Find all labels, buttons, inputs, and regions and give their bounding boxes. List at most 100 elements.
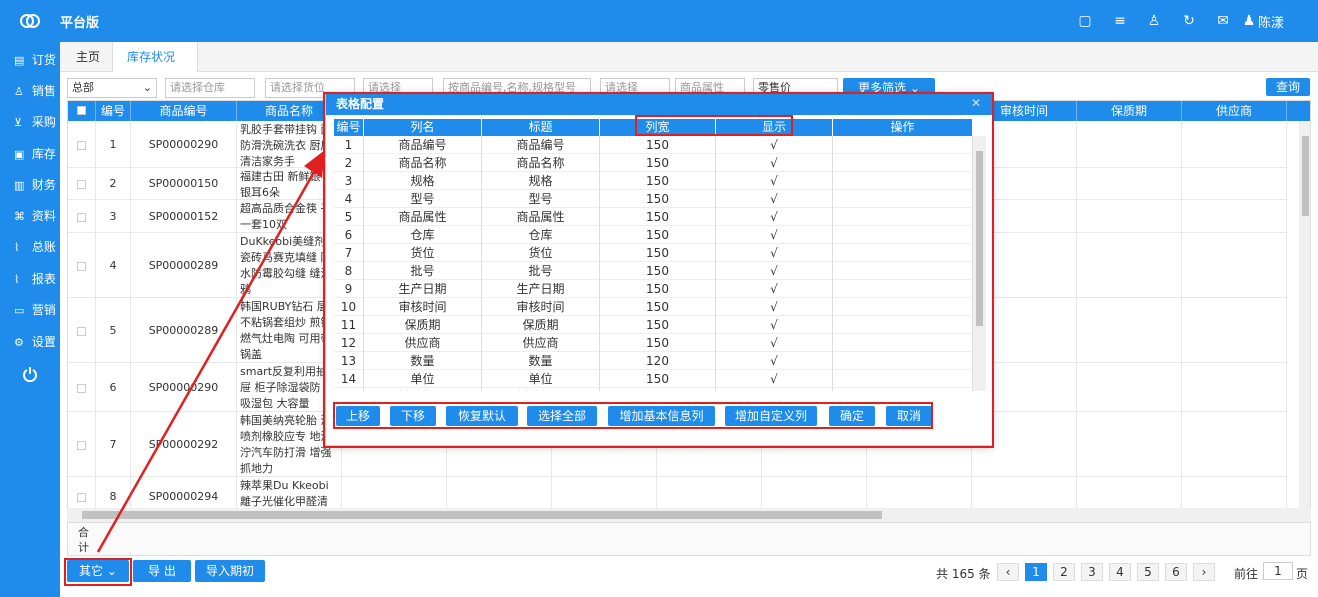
- row-select-cell: [68, 233, 96, 298]
- grid-cell: [1182, 168, 1287, 200]
- row-no: 6: [96, 363, 131, 412]
- bottom-bar: 其它 ⌄ 导 出 导入期初 共 165 条 ‹ 1 2 3 4 5 6 › 前往…: [60, 556, 1318, 597]
- grid-cell: [1182, 363, 1287, 412]
- page-1[interactable]: 1: [1025, 563, 1047, 581]
- sidebar-item-data[interactable]: ⌘ 资料: [0, 202, 60, 230]
- tab-home[interactable]: 主页: [62, 42, 114, 72]
- sidebar: ▤ 订货 ♙ 销售 ⊻ 采购 ▣ 库存 ▥ 财务 ⌘ 资料 ⌇ 总账 ⌇ 报表 …: [0, 42, 60, 597]
- page-input[interactable]: 1: [1263, 562, 1293, 580]
- app-name: 平台版: [60, 16, 100, 31]
- grid-header-shelf-life: 保质期: [1077, 101, 1182, 121]
- grid-header-spacer: [1287, 101, 1310, 121]
- goto-label: 前往: [1234, 567, 1259, 581]
- row-select-cell: [68, 168, 96, 200]
- menu-icon[interactable]: ≡: [1111, 12, 1129, 30]
- row-select-cell: [68, 363, 96, 412]
- columns-highlight: [635, 115, 793, 136]
- row-code: SP00000289: [131, 233, 237, 298]
- shirt-icon[interactable]: ♙: [1145, 12, 1163, 30]
- select-all-checkbox[interactable]: [77, 106, 86, 115]
- row-checkbox[interactable]: [77, 440, 86, 450]
- collapse-icon[interactable]: ▢: [1076, 12, 1094, 30]
- sidebar-item-ledger[interactable]: ⌇ 总账: [0, 233, 60, 261]
- tab-inventory-status[interactable]: 库存状况 ✕: [112, 42, 198, 94]
- row-checkbox[interactable]: [77, 493, 86, 502]
- sidebar-item-label: 库存: [31, 147, 56, 161]
- tab-bar: 主页 库存状况 ✕: [60, 42, 1318, 94]
- query-button[interactable]: 查询: [1266, 78, 1310, 96]
- row-checkbox[interactable]: [77, 140, 86, 150]
- select-all-header[interactable]: [68, 101, 96, 121]
- import-opening-button[interactable]: 导入期初: [195, 560, 265, 582]
- grid-cell: [1182, 200, 1287, 233]
- row-checkbox[interactable]: [77, 180, 86, 189]
- category-select[interactable]: 总部 ⌄: [67, 78, 157, 98]
- inventory-icon: ▣: [14, 148, 25, 161]
- cart-icon: ⊻: [14, 116, 23, 129]
- row-checkbox[interactable]: [77, 326, 86, 336]
- ledger-icon: ⌇: [14, 241, 20, 254]
- refresh-icon[interactable]: ↻: [1180, 12, 1198, 30]
- mail-icon[interactable]: ✉: [1214, 12, 1232, 30]
- sidebar-item-label: 订货: [31, 53, 56, 67]
- sidebar-item-finance[interactable]: ▥ 财务: [0, 171, 60, 199]
- grid-cell: [1182, 233, 1287, 298]
- row-checkbox[interactable]: [77, 212, 86, 222]
- totals-row: 合计: [67, 522, 1311, 556]
- warehouse-select[interactable]: 请选择仓库: [165, 78, 255, 98]
- sidebar-item-label: 销售: [31, 84, 56, 98]
- page-6[interactable]: 6: [1165, 563, 1187, 581]
- grid-cell: [1077, 298, 1182, 363]
- report-icon: ⌇: [14, 273, 20, 286]
- grid-cell: [1182, 298, 1287, 363]
- sidebar-item-purchase[interactable]: ⊻ 采购: [0, 108, 60, 136]
- sidebar-item-label: 财务: [31, 178, 56, 192]
- order-icon: ▤: [14, 54, 25, 67]
- sidebar-item-label: 设置: [31, 335, 56, 349]
- row-no: 5: [96, 298, 131, 363]
- row-checkbox[interactable]: [77, 261, 86, 271]
- other-highlight: [64, 558, 132, 586]
- grid-cell: [1182, 121, 1287, 168]
- row-no: 4: [96, 233, 131, 298]
- sidebar-item-label: 报表: [31, 272, 56, 286]
- total-count: 共 165 条: [936, 567, 991, 581]
- sidebar-item-inventory[interactable]: ▣ 库存: [0, 140, 60, 168]
- finance-icon: ▥: [14, 179, 25, 192]
- user-name[interactable]: 陈漾: [1258, 12, 1284, 31]
- tab-label: 库存状况: [127, 50, 176, 64]
- chevron-down-icon: ⌄: [142, 81, 152, 94]
- row-select-cell: [68, 121, 96, 168]
- sidebar-item-marketing[interactable]: ▭ 营销: [0, 296, 60, 324]
- page-3[interactable]: 3: [1081, 563, 1103, 581]
- page-5[interactable]: 5: [1137, 563, 1159, 581]
- page-4[interactable]: 4: [1109, 563, 1131, 581]
- grid-cell: [1077, 168, 1182, 200]
- horizontal-scrollbar[interactable]: [67, 508, 1311, 522]
- row-select-cell: [68, 298, 96, 363]
- grid-cell: [1077, 233, 1182, 298]
- sales-icon: ♙: [14, 85, 24, 98]
- dialog-highlight: [323, 92, 994, 448]
- prev-page-button[interactable]: ‹: [997, 563, 1019, 581]
- sidebar-item-report[interactable]: ⌇ 报表: [0, 265, 60, 293]
- user-icon[interactable]: ♟: [1240, 12, 1258, 30]
- power-icon[interactable]: [22, 366, 38, 382]
- sidebar-item-label: 资料: [31, 209, 56, 223]
- row-code: SP00000152: [131, 200, 237, 233]
- vertical-scrollbar[interactable]: [1299, 121, 1310, 511]
- row-no: 2: [96, 168, 131, 200]
- buttons-highlight: [333, 402, 933, 429]
- next-page-button[interactable]: ›: [1193, 563, 1215, 581]
- page-2[interactable]: 2: [1053, 563, 1075, 581]
- page-suffix: 页: [1296, 567, 1309, 581]
- grid-header-no: 编号: [96, 101, 131, 121]
- row-checkbox[interactable]: [77, 383, 86, 393]
- sidebar-item-settings[interactable]: ⚙ 设置: [0, 328, 60, 356]
- sidebar-item-sales[interactable]: ♙ 销售: [0, 77, 60, 105]
- row-code: SP00000290: [131, 121, 237, 168]
- grid-cell: [1077, 363, 1182, 412]
- sidebar-item-order[interactable]: ▤ 订货: [0, 46, 60, 74]
- row-code: SP00000150: [131, 168, 237, 200]
- export-button[interactable]: 导 出: [133, 560, 191, 582]
